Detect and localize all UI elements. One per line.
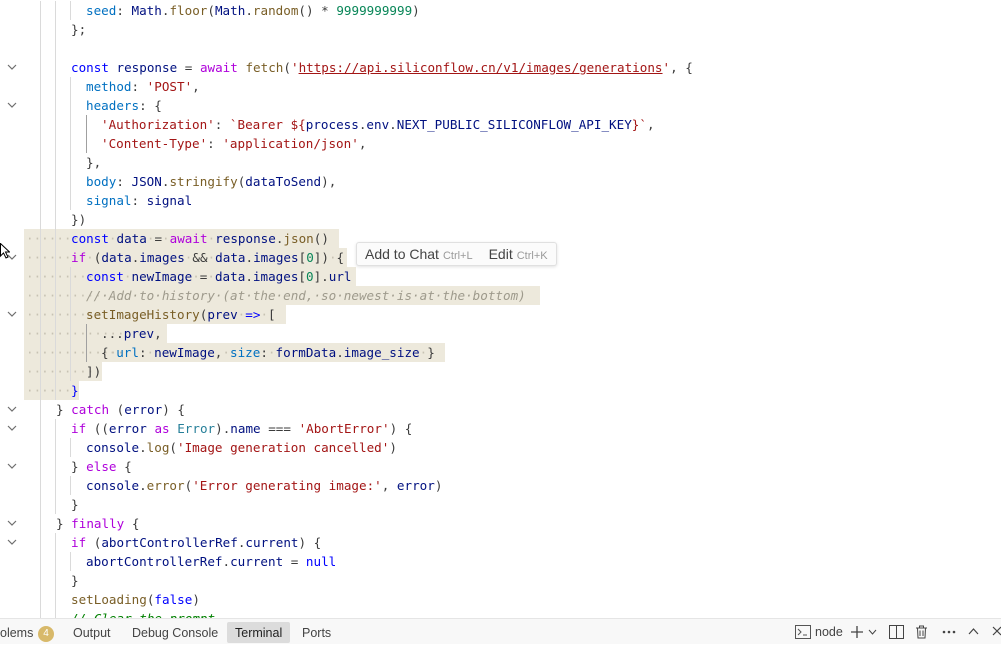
code-line[interactable]: const response = await fetch('https://ap…	[0, 58, 1001, 77]
tab-output[interactable]: Output	[73, 619, 111, 644]
fold-chevron-icon[interactable]	[7, 58, 19, 77]
code-line[interactable]: ·········· const·newImage·=·data.images[…	[0, 267, 1001, 286]
tab-debug-console-label: Debug Console	[132, 626, 219, 640]
code-line[interactable]: 'Authorization': `Bearer ${process.env.N…	[0, 115, 1001, 134]
fold-chevron-icon[interactable]	[7, 305, 19, 324]
edit-button[interactable]: Edit Ctrl+K	[489, 246, 548, 262]
fold-chevron-icon[interactable]	[7, 533, 19, 552]
code-line[interactable]: 'Content-Type': 'application/json',	[0, 134, 1001, 153]
code-line[interactable]: method: 'POST',	[0, 77, 1001, 96]
edit-label: Edit	[488, 246, 513, 262]
code-line[interactable]: } catch (error) {	[0, 400, 1001, 419]
problems-count-badge: 4	[38, 626, 54, 642]
chevron-up-icon	[968, 628, 979, 635]
terminal-selector[interactable]: node	[795, 619, 843, 644]
code-line[interactable]: console.error('Error generating image:',…	[0, 476, 1001, 495]
code-editor[interactable]: seed: Math.floor(Math.random() * 9999999…	[0, 0, 1001, 618]
code-line[interactable]: }	[0, 495, 1001, 514]
add-to-chat-label: Add to Chat	[365, 246, 439, 262]
code-line[interactable]: ············· {·url:·newImage,·size:·for…	[0, 343, 1001, 362]
trash-icon	[916, 625, 927, 638]
code-line[interactable]: if ((error as Error).name === 'AbortErro…	[0, 419, 1001, 438]
code-line[interactable]: ·········· //·Add·to·history·(at·the·end…	[0, 286, 1001, 305]
edit-shortcut: Ctrl+K	[516, 250, 548, 262]
code-line[interactable]: // Clear the prompt	[0, 609, 1001, 618]
split-terminal-button[interactable]	[889, 619, 904, 644]
code-line[interactable]: ······· }	[0, 381, 1001, 400]
maximize-panel-button[interactable]	[968, 619, 979, 644]
fold-chevron-icon[interactable]	[7, 457, 19, 476]
tab-problems-label: olems	[0, 626, 34, 640]
tab-ports-label: Ports	[302, 626, 332, 640]
fold-chevron-icon[interactable]	[7, 400, 19, 419]
code-line[interactable]: }	[0, 571, 1001, 590]
selection-action-menu: Add to Chat Ctrl+L Edit Ctrl+K	[356, 242, 557, 266]
code-line[interactable]: ·········· setImageHistory(prev·=>·[	[0, 305, 1001, 324]
tab-output-label: Output	[73, 626, 111, 640]
split-icon	[889, 624, 904, 639]
tab-debug-console[interactable]: Debug Console	[132, 619, 218, 644]
ellipsis-icon	[942, 630, 956, 633]
code-line[interactable]: } finally {	[0, 514, 1001, 533]
fold-chevron-icon[interactable]	[7, 419, 19, 438]
terminal-name: node	[815, 624, 843, 639]
code-line[interactable]: seed: Math.floor(Math.random() * 9999999…	[0, 1, 1001, 20]
tab-terminal-label: Terminal	[235, 626, 283, 640]
code-line[interactable]: setLoading(false)	[0, 590, 1001, 609]
code-line[interactable]: if (abortControllerRef.current) {	[0, 533, 1001, 552]
code-line[interactable]: })	[0, 210, 1001, 229]
code-line[interactable]: } else {	[0, 457, 1001, 476]
code-line[interactable]: body: JSON.stringify(dataToSend),	[0, 172, 1001, 191]
code-line[interactable]: };	[0, 20, 1001, 39]
close-icon	[992, 626, 1001, 636]
kill-terminal-button[interactable]	[915, 619, 928, 644]
code-line[interactable]: abortControllerRef.current = null	[0, 552, 1001, 571]
tab-problems[interactable]: olems	[0, 619, 33, 644]
code-line[interactable]: },	[0, 153, 1001, 172]
plus-icon	[851, 625, 863, 638]
fold-chevron-icon[interactable]	[7, 96, 19, 115]
code-line[interactable]: console.log('Image generation cancelled'…	[0, 438, 1001, 457]
terminal-icon	[795, 624, 811, 639]
terminal-dropdown-button[interactable]	[868, 619, 877, 644]
fold-chevron-icon[interactable]	[7, 514, 19, 533]
add-to-chat-button[interactable]: Add to Chat Ctrl+L	[365, 246, 473, 262]
code-line[interactable]: ············· ...prev,	[0, 324, 1001, 343]
code-line[interactable]: signal: signal	[0, 191, 1001, 210]
new-terminal-button[interactable]	[850, 619, 864, 644]
mouse-cursor-icon	[0, 243, 10, 259]
close-panel-button[interactable]	[992, 619, 1001, 644]
code-line[interactable]: ·········· ])	[0, 362, 1001, 381]
code-line[interactable]	[0, 39, 1001, 58]
chevron-down-icon	[868, 629, 877, 635]
add-to-chat-shortcut: Ctrl+L	[442, 250, 473, 262]
code-line[interactable]: headers: {	[0, 96, 1001, 115]
panel-tab-bar: olems 4 Output Debug Console Terminal Po…	[0, 618, 1001, 644]
tab-ports[interactable]: Ports	[302, 619, 331, 644]
tab-terminal[interactable]: Terminal	[227, 622, 291, 643]
more-actions-button[interactable]	[942, 619, 956, 644]
